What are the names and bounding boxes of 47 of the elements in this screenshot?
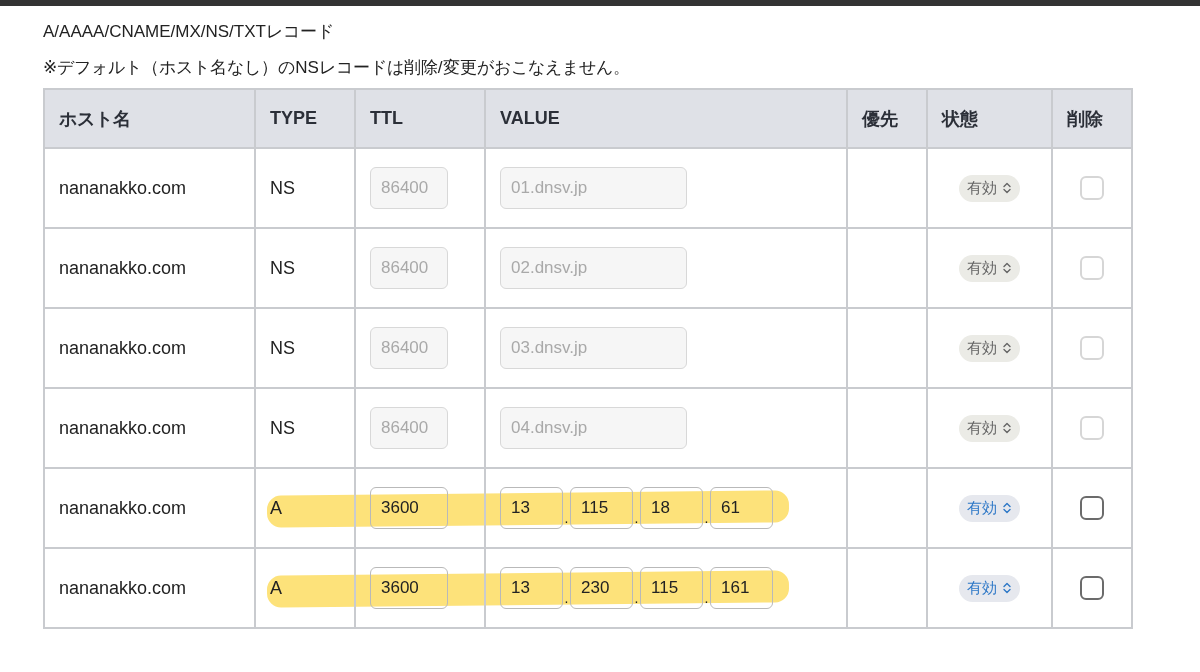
status-select[interactable]: 有効 (959, 494, 1020, 522)
record-type: A (270, 577, 282, 599)
octet-field[interactable]: 115 (570, 487, 633, 529)
ttl-field[interactable]: 3600 (370, 487, 448, 529)
record-type: NS (270, 257, 295, 279)
dot-separator: . (703, 591, 710, 608)
column-header: 削除 (1053, 90, 1133, 149)
column-header: TTL (356, 90, 486, 149)
column-header: TYPE (256, 90, 356, 149)
column-header: VALUE (486, 90, 848, 149)
dot-separator: . (563, 511, 570, 528)
record-type: NS (270, 417, 295, 439)
host-name: nananakko.com (59, 417, 187, 439)
host-name: nananakko.com (59, 577, 187, 599)
record-type: NS (270, 337, 295, 359)
delete-checkbox[interactable] (1080, 496, 1104, 520)
octet-field[interactable]: 115 (640, 567, 703, 609)
chevron-updown-icon (1002, 421, 1012, 435)
octet-field[interactable]: 13 (500, 567, 563, 609)
host-name: nananakko.com (59, 257, 187, 279)
dot-separator: . (563, 591, 570, 608)
host-name: nananakko.com (59, 337, 187, 359)
chevron-updown-icon (1002, 581, 1012, 595)
ttl-field[interactable]: 3600 (370, 567, 448, 609)
dot-separator: . (633, 511, 640, 528)
status-select[interactable]: 有効 (959, 574, 1020, 602)
chevron-updown-icon (1002, 341, 1012, 355)
chevron-updown-icon (1002, 181, 1012, 195)
chevron-updown-icon (1002, 261, 1012, 275)
octet-field[interactable]: 18 (640, 487, 703, 529)
record-type: A (270, 497, 282, 519)
section-title: A/AAAA/CNAME/MX/NS/TXTレコード (43, 21, 335, 43)
dot-separator: . (633, 591, 640, 608)
column-header: ホスト名 (45, 90, 256, 149)
octet-field[interactable]: 13 (500, 487, 563, 529)
column-header: 優先 (848, 90, 928, 149)
octet-field[interactable]: 61 (710, 487, 773, 529)
record-type: NS (270, 177, 295, 199)
column-header: 状態 (928, 90, 1053, 149)
chevron-updown-icon (1002, 501, 1012, 515)
dot-separator: . (703, 511, 710, 528)
octet-field[interactable]: 161 (710, 567, 773, 609)
host-name: nananakko.com (59, 177, 187, 199)
host-name: nananakko.com (59, 497, 187, 519)
delete-checkbox[interactable] (1080, 576, 1104, 600)
note-text: ※デフォルト（ホスト名なし）のNSレコードは削除/変更がおこなえません。 (43, 57, 631, 79)
octet-field[interactable]: 230 (570, 567, 633, 609)
